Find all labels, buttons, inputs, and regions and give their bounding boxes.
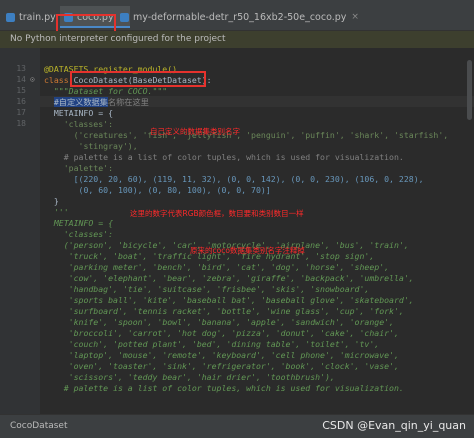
line-number-gutter: 13 14 15 16 17 18 ⊙ (0, 48, 40, 414)
override-gutter-icon[interactable]: ⊙ (30, 75, 35, 84)
watermark: CSDN @Evan_qin_yi_quan (322, 419, 466, 432)
code-line: 'broccoli', 'carrot', 'hot dog', 'pizza'… (68, 328, 399, 338)
breadcrumb[interactable]: CocoDataset (10, 421, 68, 431)
code-line: 'laptop', 'mouse', 'remote', 'keyboard',… (68, 350, 399, 360)
code-line: 'knife', 'spoon', 'bowl', 'banana', 'app… (68, 317, 394, 327)
code-line: # palette is a list of color tuples, whi… (63, 383, 404, 393)
code-line: 'parking meter', 'bench', 'bird', 'cat',… (68, 262, 390, 272)
tab-label: my-deformable-detr_r50_16xb2-50e_coco.py (133, 11, 347, 23)
code-line: # palette is a list of color tuples, whi… (63, 152, 404, 162)
line-number: 18 (16, 119, 26, 128)
code-line: 'oven', 'toaster', 'sink', 'refrigerator… (68, 361, 399, 371)
interpreter-warning-banner[interactable]: No Python interpreter configured for the… (0, 31, 474, 48)
code-line: ''' (53, 207, 69, 217)
code-line: (0, 60, 100), (0, 80, 100), (0, 0, 70)] (78, 185, 271, 195)
tab-config-py[interactable]: my-deformable-detr_r50_16xb2-50e_coco.py… (120, 6, 359, 28)
tab-label: train.py (19, 11, 56, 23)
python-file-icon (6, 12, 15, 22)
status-bar: CocoDataset CSDN @Evan_qin_yi_quan (0, 414, 474, 438)
code-line: 'surfboard', 'tennis racket', 'bottle', … (68, 306, 404, 316)
code-line: """Dataset for COCO.""" (53, 86, 168, 96)
python-file-icon (120, 12, 129, 22)
close-icon[interactable]: × (351, 12, 359, 22)
code-line: 'scissors', 'teddy bear', 'hair drier', … (68, 372, 335, 382)
code-editor[interactable]: @DATASETS.register_module() class CocoDa… (44, 48, 474, 414)
code-line: 'sports ball', 'kite', 'baseball bat', '… (68, 295, 414, 305)
code-line: 'handbag', 'tie', 'suitcase', 'frisbee',… (68, 284, 370, 294)
annotation-coco-commented: 原来的coco数据集类别名字注释掉 (190, 246, 305, 255)
code-line: } (53, 196, 59, 206)
code-line: [(220, 20, 60), (119, 11, 32), (0, 0, 14… (73, 174, 424, 184)
code-line: 'classes': (63, 119, 114, 129)
annotation-custom-classes: 自己定义的数据集类别名字 (150, 127, 240, 136)
code-line: 'palette': (63, 163, 114, 173)
line-number: 16 (16, 97, 26, 106)
code-line: 'stingray'), (78, 141, 138, 151)
vertical-scrollbar[interactable] (467, 60, 472, 120)
line-number: 14 (16, 75, 26, 84)
code-line: METAINFO = { (53, 108, 114, 118)
code-line: METAINFO = { (53, 218, 114, 228)
code-line: 'cow', 'elephant', 'bear', 'zebra', 'gir… (68, 273, 414, 283)
code-line: #自定义数据集名称在这里 (53, 97, 149, 107)
annotation-rgb-palette: 这里的数字代表RGB颜色框，数目要和类别数目一样 (130, 209, 304, 218)
line-number: 13 (16, 64, 26, 73)
line-number: 15 (16, 86, 26, 95)
code-line: 'classes': (63, 229, 114, 239)
class-name-highlight-box (70, 71, 206, 87)
code-line: 'couch', 'potted plant', 'bed', 'dining … (68, 339, 380, 349)
code-line: ('creatures', 'fish', 'jellyfish', 'peng… (73, 130, 449, 140)
line-number: 17 (16, 108, 26, 117)
